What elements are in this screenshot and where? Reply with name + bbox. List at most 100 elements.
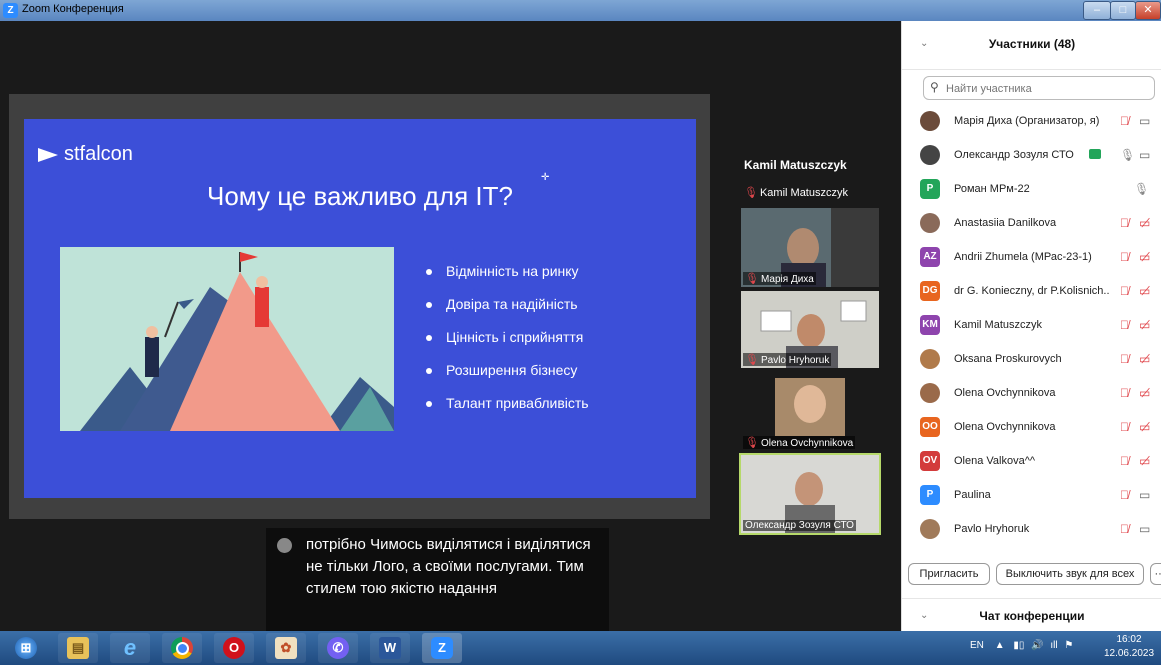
participant-row[interactable]: DG dr G. Konieczny, dr P.Kolisnich... 🎙̸ ▭̸	[902, 275, 1161, 309]
participant-row[interactable]: Oksana Proskurovych 🎙̸ ▭̸	[902, 343, 1161, 377]
video-icon[interactable]: ▭	[1139, 148, 1150, 162]
taskbar-viber[interactable]: ✆	[318, 633, 358, 663]
system-tray: EN ▲ ▮▯ 🔊 ıll ⚑	[970, 640, 1073, 651]
signal-icon[interactable]: ıll	[1050, 640, 1057, 651]
mic-muted-icon[interactable]: 🎙̸	[1120, 352, 1129, 366]
taskbar-ie[interactable]: e	[110, 633, 150, 663]
video-off-icon[interactable]: ▭̸	[1139, 386, 1150, 400]
shared-slide: stfalcon Чому це важливо для IT? Відмінн…	[24, 119, 696, 498]
flag-icon[interactable]: ⚑	[1064, 640, 1073, 651]
participant-row[interactable]: Pavlo Hryhoruk 🎙̸ ▭	[902, 513, 1161, 547]
mic-icon[interactable]: 🎙	[1120, 148, 1135, 162]
volume-icon[interactable]: 🔊	[1031, 640, 1043, 651]
taskbar-zoom[interactable]: Z	[422, 633, 462, 663]
video-off-icon[interactable]: ▭̸	[1139, 250, 1150, 264]
video-tile[interactable]: 🎙 Pavlo Hryhoruk	[741, 291, 879, 368]
participant-row[interactable]: OO Olena Ovchynnikova 🎙̸ ▭̸	[902, 411, 1161, 445]
show-hidden-icons-icon[interactable]: ▲	[995, 640, 1005, 651]
taskbar-opera[interactable]: O	[214, 633, 254, 663]
bullet-item: Відмінність на ринку	[426, 255, 589, 288]
video-off-icon[interactable]: ▭̸	[1139, 284, 1150, 298]
video-icon[interactable]: ▭	[1139, 488, 1150, 502]
video-icon[interactable]: ▭	[1139, 114, 1150, 128]
participant-row[interactable]: Марія Диха (Организатор, я) 🎙̸ ▭	[902, 105, 1161, 139]
mic-muted-icon[interactable]: 🎙̸	[1120, 114, 1129, 128]
network-icon[interactable]: ▮▯	[1013, 640, 1024, 651]
mute-all-button[interactable]: Выключить звук для всех	[996, 563, 1144, 585]
participant-name: Oksana Proskurovych	[954, 353, 1062, 365]
participant-photo-avatar	[920, 145, 940, 165]
video-off-icon[interactable]: ▭̸	[1139, 454, 1150, 468]
video-tile-label: 🎙 Olena Ovchynnikova	[743, 436, 856, 449]
participant-search-input[interactable]	[944, 79, 1148, 99]
internet-explorer-icon: e	[123, 635, 137, 660]
participant-actions: Пригласить Выключить звук для всех ···	[902, 562, 1161, 588]
bullet-item: Розширення бізнесу	[426, 354, 589, 387]
mic-muted-icon[interactable]: 🎙̸	[1120, 454, 1129, 468]
minimize-button[interactable]: –	[1083, 1, 1111, 20]
video-tile-label: 🎙 Марія Диха	[743, 272, 816, 285]
speaker-avatar-icon	[277, 538, 292, 553]
video-tile-label: Олександр Зозуля СТО	[743, 520, 856, 531]
participant-row[interactable]: OV Olena Valkova^^ 🎙̸ ▭̸	[902, 445, 1161, 479]
participant-name: Олександр Зозуля СТО	[954, 149, 1074, 161]
mic-muted-icon[interactable]: 🎙̸	[1120, 250, 1129, 264]
participant-name: Olena Valkova^^	[954, 455, 1036, 467]
participant-photo-avatar	[920, 349, 940, 369]
participant-name: Anastasiia Danilkova	[954, 217, 1057, 229]
invite-button[interactable]: Пригласить	[908, 563, 990, 585]
opera-icon: O	[223, 637, 245, 659]
maximize-button[interactable]: □	[1110, 1, 1136, 20]
mic-icon[interactable]: 🎙	[1134, 182, 1149, 196]
participant-initials-avatar: OO	[920, 417, 940, 437]
participant-row[interactable]: Олександр Зозуля СТО 🎙 ▭	[902, 139, 1161, 173]
mic-muted-icon[interactable]: 🎙̸	[1120, 420, 1129, 434]
mic-muted-icon[interactable]: 🎙̸	[1120, 216, 1129, 230]
taskbar-chrome[interactable]	[162, 633, 202, 663]
mic-muted-icon[interactable]: 🎙̸	[1120, 284, 1129, 298]
participant-row[interactable]: Olena Ovchynnikova 🎙̸ ▭̸	[902, 377, 1161, 411]
start-button[interactable]: ⊞	[6, 633, 46, 663]
participant-row[interactable]: Anastasiia Danilkova 🎙̸ ▭̸	[902, 207, 1161, 241]
taskbar-clock[interactable]: 16:02 12.06.2023	[1100, 633, 1158, 661]
participant-search[interactable]: ⚲	[923, 76, 1155, 100]
more-options-button[interactable]: ···	[1150, 563, 1161, 585]
video-off-icon[interactable]: ▭̸	[1139, 352, 1150, 366]
video-tile[interactable]: 🎙 Olena Ovchynnikova	[741, 372, 879, 451]
video-off-icon[interactable]: ▭̸	[1139, 216, 1150, 230]
video-tile-label: 🎙 Pavlo Hryhoruk	[743, 353, 832, 366]
chrome-icon	[171, 637, 193, 659]
participant-row[interactable]: P Роман МРм-22 🎙	[902, 173, 1161, 207]
taskbar-paint[interactable]: ✿	[266, 633, 306, 663]
participant-row[interactable]: AZ Andrii Zhumela (МРас-23-1) 🎙̸ ▭̸	[902, 241, 1161, 275]
participant-row[interactable]: KM Kamil Matuszczyk 🎙̸ ▭̸	[902, 309, 1161, 343]
language-indicator[interactable]: EN	[970, 640, 984, 651]
taskbar-explorer[interactable]: ▤	[58, 633, 98, 663]
mic-muted-icon[interactable]: 🎙̸	[1120, 386, 1129, 400]
search-icon: ⚲	[930, 80, 939, 94]
screen-share-icon	[1089, 149, 1101, 159]
mic-muted-icon[interactable]: 🎙̸	[1120, 522, 1129, 536]
participant-row[interactable]: P Paulina 🎙̸ ▭	[902, 479, 1161, 513]
participant-name: Andrii Zhumela (МРас-23-1)	[954, 251, 1092, 263]
participant-photo-avatar	[920, 519, 940, 539]
participant-initials-avatar: DG	[920, 281, 940, 301]
video-tile-active[interactable]: Олександр Зозуля СТО	[739, 453, 881, 535]
video-off-icon[interactable]: ▭̸	[1139, 318, 1150, 332]
chat-title: Чат конференции	[979, 609, 1085, 623]
windows-taskbar: ⊞ ▤ e O ✿ ✆ W Z EN ▲ ▮▯ 🔊 ıll ⚑ 16:02 12…	[0, 631, 1161, 665]
participant-photo-avatar	[920, 111, 940, 131]
participant-name: Роман МРм-22	[954, 183, 1030, 195]
participant-name: Марія Диха (Организатор, я)	[954, 115, 1100, 127]
mountain-climbers-illustration	[60, 247, 394, 431]
participant-name: Kamil Matuszczyk	[954, 319, 1043, 331]
bullet-item: Цінність і сприйняття	[426, 321, 589, 354]
video-icon[interactable]: ▭	[1139, 522, 1150, 536]
mic-muted-icon[interactable]: 🎙̸	[1120, 318, 1129, 332]
video-off-icon[interactable]: ▭̸	[1139, 420, 1150, 434]
mic-muted-icon[interactable]: 🎙̸	[1120, 488, 1129, 502]
close-button[interactable]: ✕	[1135, 1, 1161, 20]
video-tile[interactable]: 🎙 Марія Диха	[741, 208, 879, 287]
word-icon: W	[379, 637, 401, 659]
taskbar-word[interactable]: W	[370, 633, 410, 663]
